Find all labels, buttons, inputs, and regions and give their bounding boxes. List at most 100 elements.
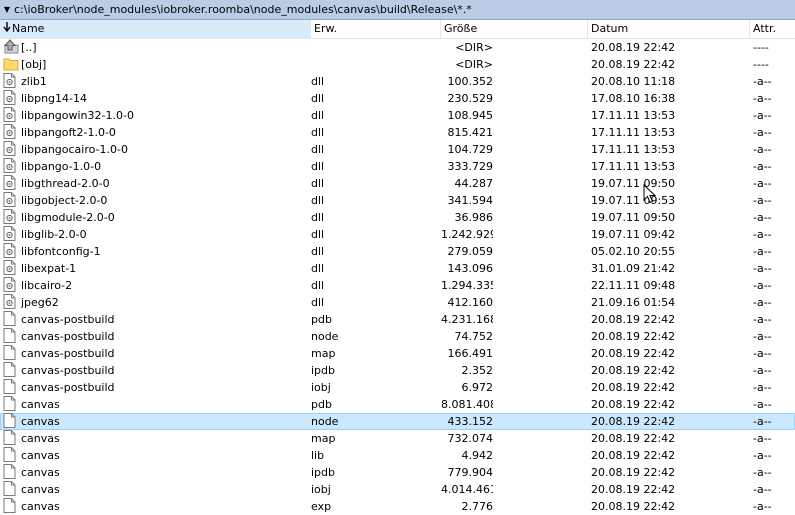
sort-down-arrow-icon <box>3 22 12 32</box>
file-name: canvas-postbuild <box>21 364 115 377</box>
file-icon <box>3 328 19 345</box>
file-row[interactable]: libgthread-2.0-0 dll 44.287 19.07.11 09:50 -… <box>0 175 795 192</box>
file-size: 44.287 <box>454 177 494 190</box>
file-name: canvas-postbuild <box>21 381 115 394</box>
file-attributes: -a-- <box>753 75 772 88</box>
column-header-ext[interactable]: Erw. <box>311 20 441 38</box>
file-attributes: -a-- <box>753 381 772 394</box>
file-extension: map <box>311 347 336 360</box>
file-date: 17.11.11 13:53 <box>591 126 676 139</box>
file-row[interactable]: [..] <DIR> 20.08.19 22:42 ---- <box>0 39 795 56</box>
file-name: libpangocairo-1.0-0 <box>21 143 128 156</box>
file-size: <DIR> <box>455 41 493 54</box>
file-size: 143.096 <box>447 262 494 275</box>
column-header-size[interactable]: Größe <box>441 20 588 38</box>
dll-file-icon <box>3 243 19 260</box>
file-size: 36.986 <box>454 211 494 224</box>
file-row[interactable]: canvas-postbuild map 166.491 20.08.19 22:42… <box>0 345 795 362</box>
file-row[interactable]: canvas-postbuild pdb 4.231.168 20.08.19 22:… <box>0 311 795 328</box>
file-name: libpangowin32-1.0-0 <box>21 109 134 122</box>
file-date: 20.08.19 22:42 <box>591 364 676 377</box>
file-date: 19.07.11 09:50 <box>591 211 676 224</box>
file-size: 100.352 <box>447 75 494 88</box>
file-name: canvas-postbuild <box>21 330 115 343</box>
current-path: c:\ioBroker\node_modules\iobroker.roomba… <box>14 3 472 16</box>
file-extension: dll <box>311 245 325 258</box>
file-name: canvas <box>21 483 60 496</box>
file-row[interactable]: [obj] <DIR> 20.08.19 22:42 ---- <box>0 56 795 73</box>
file-row[interactable]: canvas ipdb 779.904 20.08.19 22:42 -a-- <box>0 464 795 481</box>
file-date: 17.11.11 13:53 <box>591 160 676 173</box>
column-header-name[interactable]: Name <box>0 20 311 38</box>
file-size: 433.152 <box>447 415 494 428</box>
file-attributes: -a-- <box>753 177 772 190</box>
dll-file-icon <box>3 277 19 294</box>
file-name: canvas <box>21 398 60 411</box>
column-header-date[interactable]: Datum <box>588 20 750 38</box>
file-row[interactable]: zlib1 dll 100.352 20.08.10 11:18 -a-- <box>0 73 795 90</box>
file-row[interactable]: libfontconfig-1 dll 279.059 05.02.10 20:55 -… <box>0 243 795 260</box>
file-icon <box>3 379 19 396</box>
file-icon <box>3 498 19 515</box>
file-date: 20.08.19 22:42 <box>591 381 676 394</box>
file-row[interactable]: canvas exp 2.776 20.08.19 22:42 -a-- <box>0 498 795 515</box>
file-extension: dll <box>311 296 325 309</box>
file-row[interactable]: libcairo-2 dll 1.294.335 22.11.11 09:48 -a-- <box>0 277 795 294</box>
file-size: 104.729 <box>447 143 494 156</box>
file-extension: dll <box>311 194 325 207</box>
file-row[interactable]: canvas-postbuild iobj 6.972 20.08.19 22:42 -… <box>0 379 795 396</box>
file-row[interactable]: libpango-1.0-0 dll 333.729 17.11.11 13:53 -a… <box>0 158 795 175</box>
file-row[interactable]: canvas lib 4.942 20.08.19 22:42 -a-- <box>0 447 795 464</box>
dll-file-icon <box>3 260 19 277</box>
file-size: 2.776 <box>461 500 494 513</box>
file-date: 20.08.19 22:42 <box>591 466 676 479</box>
dll-file-icon <box>3 175 19 192</box>
file-date: 20.08.19 22:42 <box>591 58 676 71</box>
dll-file-icon <box>3 141 19 158</box>
file-attributes: -a-- <box>753 211 772 224</box>
file-row[interactable]: canvas-postbuild ipdb 2.352 20.08.19 22:42 -… <box>0 362 795 379</box>
file-date: 05.02.10 20:55 <box>591 245 676 258</box>
folder-icon <box>3 56 19 73</box>
file-size: 108.945 <box>447 109 494 122</box>
file-date: 22.11.11 09:48 <box>591 279 676 292</box>
column-header-attr[interactable]: Attr. <box>750 20 795 38</box>
file-row[interactable]: canvas node 433.152 20.08.19 22:42 -a-- <box>0 413 795 430</box>
file-attributes: -a-- <box>753 398 772 411</box>
file-name: libfontconfig-1 <box>21 245 101 258</box>
file-attributes: -a-- <box>753 466 772 479</box>
file-size: 732.074 <box>447 432 494 445</box>
file-row[interactable]: libgobject-2.0-0 dll 341.594 19.07.11 09:53… <box>0 192 795 209</box>
file-icon <box>3 464 19 481</box>
file-extension: ipdb <box>311 466 336 479</box>
file-date: 20.08.19 22:42 <box>591 500 676 513</box>
dll-file-icon <box>3 294 19 311</box>
file-row[interactable]: canvas-postbuild node 74.752 20.08.19 22:42… <box>0 328 795 345</box>
file-attributes: -a-- <box>753 245 772 258</box>
file-size: 1.242.929 <box>441 228 493 241</box>
dll-file-icon <box>3 226 19 243</box>
file-attributes: -a-- <box>753 160 772 173</box>
file-name: libgthread-2.0-0 <box>21 177 110 190</box>
file-date: 20.08.19 22:42 <box>591 483 676 496</box>
file-icon <box>3 311 19 328</box>
file-row[interactable]: canvas pdb 8.081.408 20.08.19 22:42 -a-- <box>0 396 795 413</box>
file-row[interactable]: libpangocairo-1.0-0 dll 104.729 17.11.11 13… <box>0 141 795 158</box>
file-row[interactable]: libpangowin32-1.0-0 dll 108.945 17.11.11 13… <box>0 107 795 124</box>
parent-folder-icon <box>3 39 19 56</box>
file-row[interactable]: libexpat-1 dll 143.096 31.01.09 21:42 -a-- <box>0 260 795 277</box>
path-bar[interactable]: ▼ c:\ioBroker\node_modules\iobroker.room… <box>0 0 795 20</box>
file-row[interactable]: canvas map 732.074 20.08.19 22:42 -a-- <box>0 430 795 447</box>
file-row[interactable]: libpangoft2-1.0-0 dll 815.421 17.11.11 13:5… <box>0 124 795 141</box>
triangle-down-icon[interactable]: ▼ <box>0 5 14 14</box>
file-row[interactable]: libpng14-14 dll 230.529 17.08.10 16:38 -a-- <box>0 90 795 107</box>
file-icon <box>3 413 19 430</box>
file-row[interactable]: canvas iobj 4.014.461 20.08.19 22:42 -a-- <box>0 481 795 498</box>
file-attributes: -a-- <box>753 296 772 309</box>
dll-file-icon <box>3 158 19 175</box>
file-icon <box>3 481 19 498</box>
file-row[interactable]: libgmodule-2.0-0 dll 36.986 19.07.11 09:50 -… <box>0 209 795 226</box>
file-row[interactable]: jpeg62 dll 412.160 21.09.16 01:54 -a-- <box>0 294 795 311</box>
file-row[interactable]: libglib-2.0-0 dll 1.242.929 19.07.11 09:42 -… <box>0 226 795 243</box>
file-list[interactable]: [..] <DIR> 20.08.19 22:42 ---- [obj] <DIR> 20.… <box>0 39 795 515</box>
